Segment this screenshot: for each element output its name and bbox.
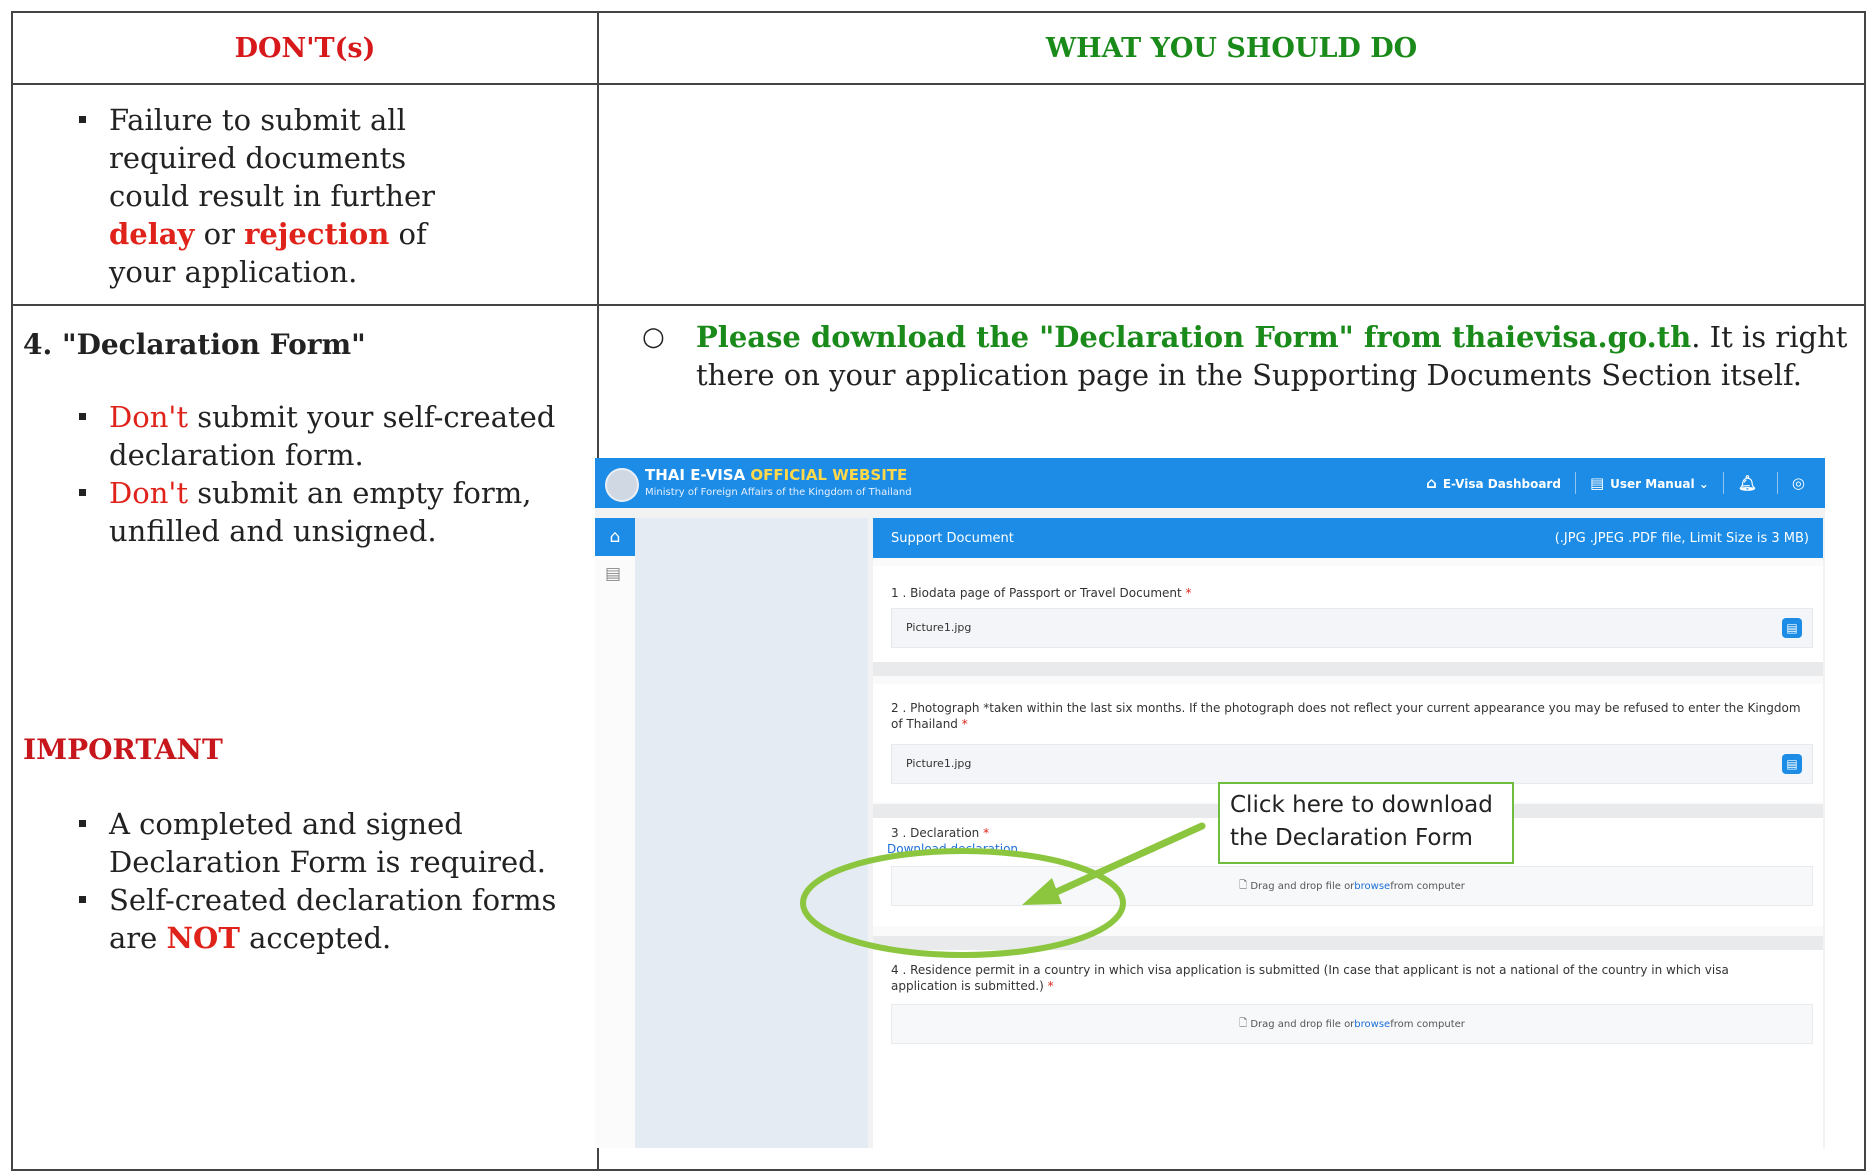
- annotation-arrow: [1048, 822, 1206, 898]
- arrow-head-icon: [1022, 878, 1062, 905]
- download-callout: Click here to download the Declaration F…: [1218, 782, 1514, 864]
- annotation-overlay: [800, 822, 1206, 958]
- highlight-ellipse: [800, 848, 1126, 958]
